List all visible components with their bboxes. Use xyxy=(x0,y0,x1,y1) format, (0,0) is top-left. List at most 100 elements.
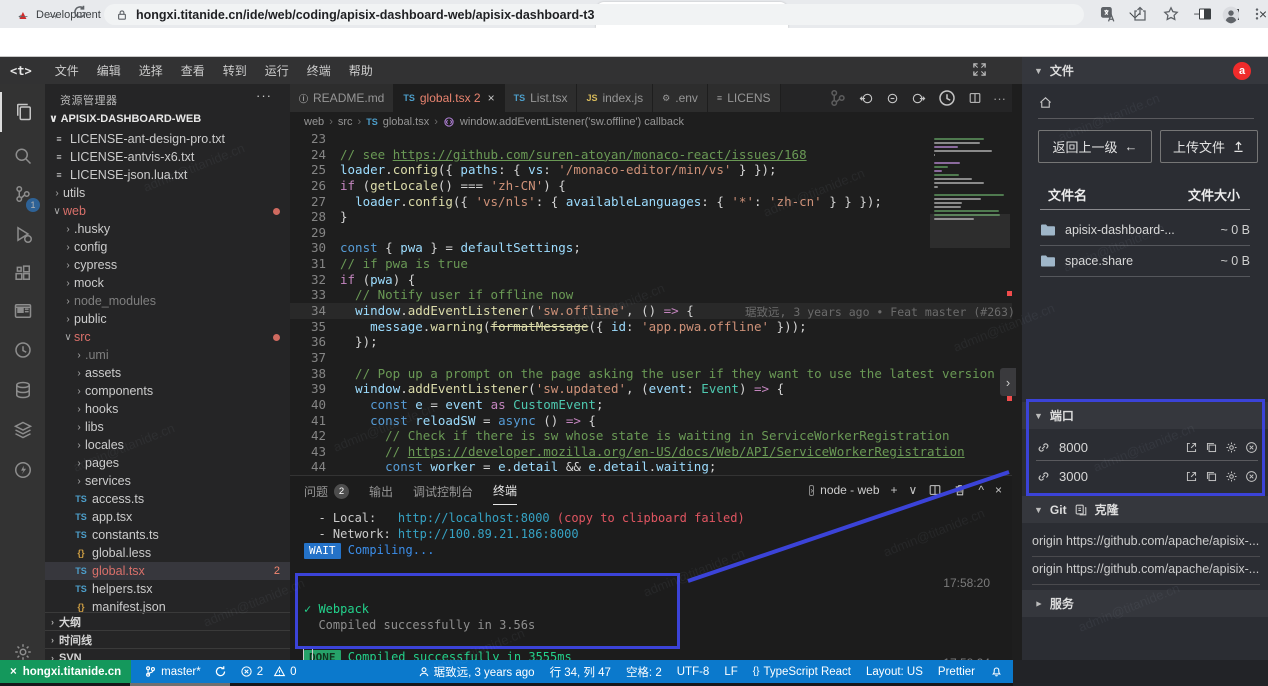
browser-back-button[interactable]: ← xyxy=(12,4,34,26)
tree-item-locales[interactable]: ›locales xyxy=(45,436,290,454)
file-row-space.share[interactable]: space.share~ 0 B xyxy=(1040,246,1250,277)
tree-item-components[interactable]: ›components xyxy=(45,382,290,400)
tree-item-web[interactable]: ∨web xyxy=(45,202,290,220)
code-view[interactable]: 2324// see https://github.com/suren-atoy… xyxy=(290,131,1012,475)
git-branch-indicator[interactable]: master* xyxy=(144,665,201,678)
maximize-panel-icon[interactable]: ^ xyxy=(978,483,984,497)
terminal-output[interactable]: - Local: http://localhost:8000 (copy to … xyxy=(304,510,1004,666)
menu-帮助[interactable]: 帮助 xyxy=(340,62,382,79)
tree-item-LICENSE-ant-design-pro.txt[interactable]: ≡LICENSE-ant-design-pro.txt xyxy=(45,130,290,148)
open-external-icon[interactable] xyxy=(1185,441,1198,454)
tree-item-pages[interactable]: ›pages xyxy=(45,454,290,472)
tree-item-public[interactable]: ›public xyxy=(45,310,290,328)
tree-item-app.tsx[interactable]: TSapp.tsx xyxy=(45,508,290,526)
terminal-tab-问题[interactable]: 问题2 xyxy=(304,483,349,505)
timeline-icon[interactable] xyxy=(937,88,957,108)
close-panel-icon[interactable]: × xyxy=(995,483,1002,497)
tree-item-.umi[interactable]: ›.umi xyxy=(45,346,290,364)
terminal-tab-终端[interactable]: 终端 xyxy=(493,482,517,505)
breadcrumb-segment[interactable]: window.addEventListener('sw.offline') ca… xyxy=(460,116,684,128)
tree-item-global.tsx[interactable]: TSglobal.tsx2 xyxy=(45,562,290,580)
breadcrumb-segment[interactable]: global.tsx xyxy=(383,116,429,128)
tree-item-libs[interactable]: ›libs xyxy=(45,418,290,436)
tree-item-.husky[interactable]: ›.husky xyxy=(45,220,290,238)
terminal-tab-输出[interactable]: 输出 xyxy=(369,483,393,505)
tree-item-services[interactable]: ›services xyxy=(45,472,290,490)
port-settings-icon[interactable] xyxy=(1225,441,1238,454)
menu-查看[interactable]: 查看 xyxy=(172,62,214,79)
menu-文件[interactable]: 文件 xyxy=(46,62,88,79)
git-panel-header[interactable]: ▼ Git 克隆 xyxy=(1022,496,1268,523)
status-item--2[interactable]: 空格: 2 xyxy=(626,664,662,680)
status-item-Layout-US[interactable]: Layout: US xyxy=(866,666,923,678)
bookmark-star-icon[interactable] xyxy=(1163,6,1181,24)
split-terminal-icon[interactable] xyxy=(928,483,942,497)
new-terminal-icon[interactable]: + xyxy=(891,483,898,497)
upload-button[interactable]: 上传文件 xyxy=(1160,130,1258,163)
open-external-icon[interactable] xyxy=(1185,470,1198,483)
port-row-3000[interactable]: 3000 xyxy=(1036,462,1258,490)
port-row-8000[interactable]: 8000 xyxy=(1036,433,1258,461)
sync-button[interactable] xyxy=(214,665,227,678)
files-panel-header[interactable]: ▼ 文件 xyxy=(1022,57,1268,84)
git-remote-row[interactable]: origin https://github.com/apache/apisix-… xyxy=(1032,562,1260,576)
breadcrumb[interactable]: web›src›TSglobal.tsx›window.addEventList… xyxy=(304,112,684,132)
remote-indicator[interactable]: × hongxi.titanide.cn xyxy=(0,660,131,683)
tree-item-access.ts[interactable]: TSaccess.ts xyxy=(45,490,290,508)
menu-转到[interactable]: 转到 xyxy=(214,62,256,79)
explorer-section-大纲[interactable]: ›大纲 xyxy=(45,612,290,630)
activitybar-bolt-icon[interactable] xyxy=(0,450,45,490)
minimap-slider[interactable] xyxy=(930,214,1010,248)
menu-选择[interactable]: 选择 xyxy=(130,62,172,79)
profile-avatar[interactable] xyxy=(1222,6,1240,24)
activitybar-files-icon[interactable] xyxy=(0,92,45,132)
go-up-button[interactable]: 返回上一级 ← xyxy=(1038,130,1152,163)
terminal-dropdown-icon[interactable]: ∨ xyxy=(909,483,918,497)
browser-forward-button[interactable]: → xyxy=(42,4,64,26)
remove-port-icon[interactable] xyxy=(1245,441,1258,454)
panel-expand-button[interactable]: › xyxy=(1000,368,1016,396)
activitybar-scm-icon[interactable]: 1 xyxy=(0,174,45,214)
translate-icon[interactable] xyxy=(1100,6,1118,24)
ports-panel-header[interactable]: ▼ 端口 xyxy=(1022,402,1268,429)
tree-item-config[interactable]: ›config xyxy=(45,238,290,256)
editor-tab-LICENS[interactable]: ≡LICENS xyxy=(708,84,781,112)
activitybar-search-icon[interactable] xyxy=(0,136,45,176)
problems-indicator[interactable]: 2 0 xyxy=(240,665,297,678)
tree-item-global.less[interactable]: {}global.less xyxy=(45,544,290,562)
menu-运行[interactable]: 运行 xyxy=(256,62,298,79)
editor-tab-.env[interactable]: ⚙.env xyxy=(653,84,708,112)
browser-reload-button[interactable] xyxy=(72,4,94,26)
tree-item-LICENSE-json.lua.txt[interactable]: ≡LICENSE-json.lua.txt xyxy=(45,166,290,184)
tree-item-cypress[interactable]: ›cypress xyxy=(45,256,290,274)
activitybar-ext-icon[interactable] xyxy=(0,253,45,293)
editor-tab-index.js[interactable]: JSindex.js xyxy=(577,84,653,112)
activitybar-db-icon[interactable] xyxy=(0,370,45,410)
explorer-root-folder[interactable]: ∨ APISIX-DASHBOARD-WEB xyxy=(49,112,201,125)
activitybar-layers-icon[interactable] xyxy=(0,410,45,450)
breadcrumb-segment[interactable]: web xyxy=(304,116,324,128)
nav-current-icon[interactable] xyxy=(885,91,900,106)
status-item--34-47[interactable]: 行 34, 列 47 xyxy=(550,664,611,680)
explorer-section-时间线[interactable]: ›时间线 xyxy=(45,630,290,648)
menu-终端[interactable]: 终端 xyxy=(298,62,340,79)
status-item-Prettier[interactable]: Prettier xyxy=(938,666,975,678)
activitybar-preview-icon[interactable] xyxy=(0,291,45,331)
status-item-LF[interactable]: LF xyxy=(724,666,737,678)
remove-port-icon[interactable] xyxy=(1245,470,1258,483)
tree-item-node_modules[interactable]: ›node_modules xyxy=(45,292,290,310)
more-actions-icon[interactable]: ··· xyxy=(993,91,1006,106)
url-bar[interactable]: hongxi.titanide.cn/ide/web/coding/apisix… xyxy=(104,4,1084,25)
tree-item-assets[interactable]: ›assets xyxy=(45,364,290,382)
browser-menu-icon[interactable] xyxy=(1250,6,1268,24)
split-editor-icon[interactable] xyxy=(968,91,982,105)
editor-tab-global.tsx[interactable]: TSglobal.tsx 2× xyxy=(394,84,504,112)
kill-terminal-icon[interactable] xyxy=(953,483,967,497)
tree-item-helpers.tsx[interactable]: TShelpers.tsx xyxy=(45,580,290,598)
explorer-section-SVN[interactable]: ›SVN xyxy=(45,648,290,660)
status-item-TypeScript-React[interactable]: {}TypeScript React xyxy=(753,666,851,678)
terminal-tab-调试控制台[interactable]: 调试控制台 xyxy=(413,483,473,505)
status-item-UTF-8[interactable]: UTF-8 xyxy=(677,666,710,678)
git-remote-row[interactable]: origin https://github.com/apache/apisix-… xyxy=(1032,534,1260,548)
tree-item-constants.ts[interactable]: TSconstants.ts xyxy=(45,526,290,544)
